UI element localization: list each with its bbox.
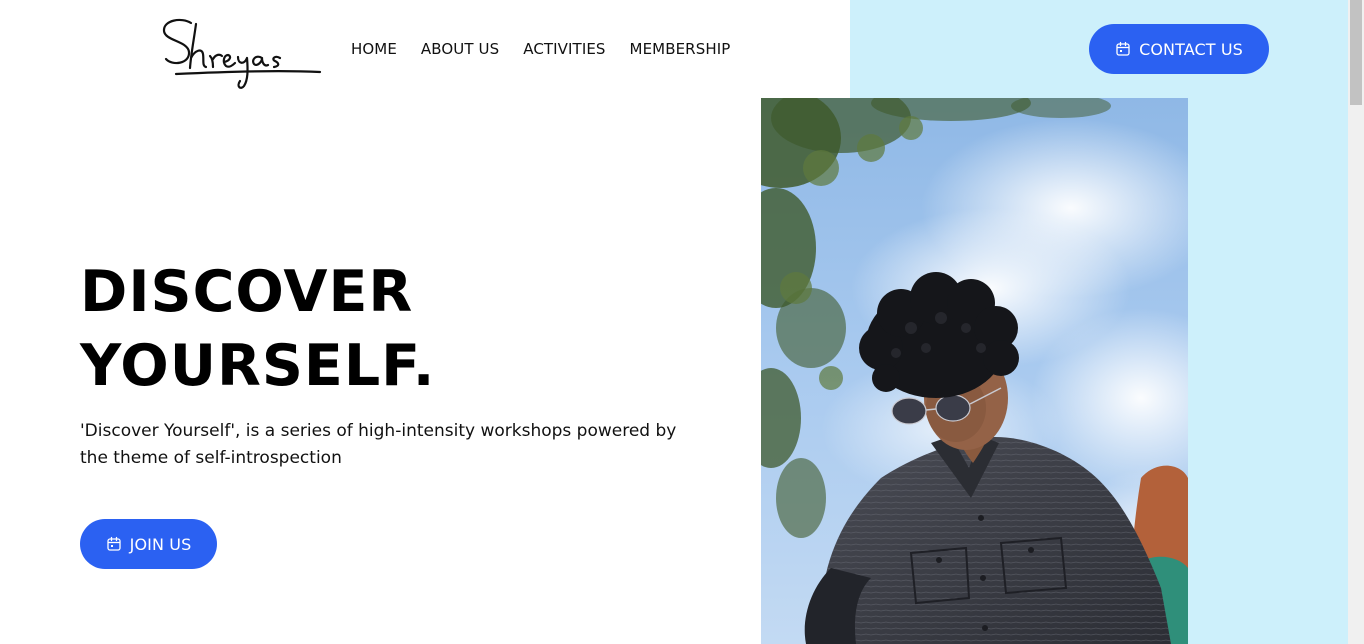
nav-about-us[interactable]: ABOUT US (421, 38, 499, 60)
hero-title-line-2: YOURSELF. (80, 333, 436, 399)
nav-home[interactable]: HOME (351, 38, 397, 60)
join-us-button[interactable]: JOIN US (80, 519, 217, 569)
calendar-icon (106, 536, 122, 552)
nav-membership[interactable]: MEMBERSHIP (630, 38, 731, 60)
scrollbar-thumb[interactable] (1350, 0, 1362, 105)
site-logo[interactable] (158, 14, 323, 92)
hero-title-line-1: DISCOVER (80, 259, 414, 325)
vertical-scrollbar[interactable] (1348, 0, 1364, 644)
contact-us-label: CONTACT US (1139, 39, 1243, 59)
contact-us-button[interactable]: CONTACT US (1089, 24, 1269, 74)
join-us-label: JOIN US (129, 534, 192, 554)
hero-title: DISCOVER YOURSELF. (80, 255, 680, 403)
page: HOME ABOUT US ACTIVITIES MEMBERSHIP CONT… (0, 0, 1364, 644)
hero-description: 'Discover Yourself', is a series of high… (80, 421, 677, 468)
hero-photo (761, 98, 1188, 644)
calendar-icon (1115, 41, 1131, 57)
main-nav: HOME ABOUT US ACTIVITIES MEMBERSHIP (351, 38, 754, 60)
nav-activities[interactable]: ACTIVITIES (523, 38, 605, 60)
